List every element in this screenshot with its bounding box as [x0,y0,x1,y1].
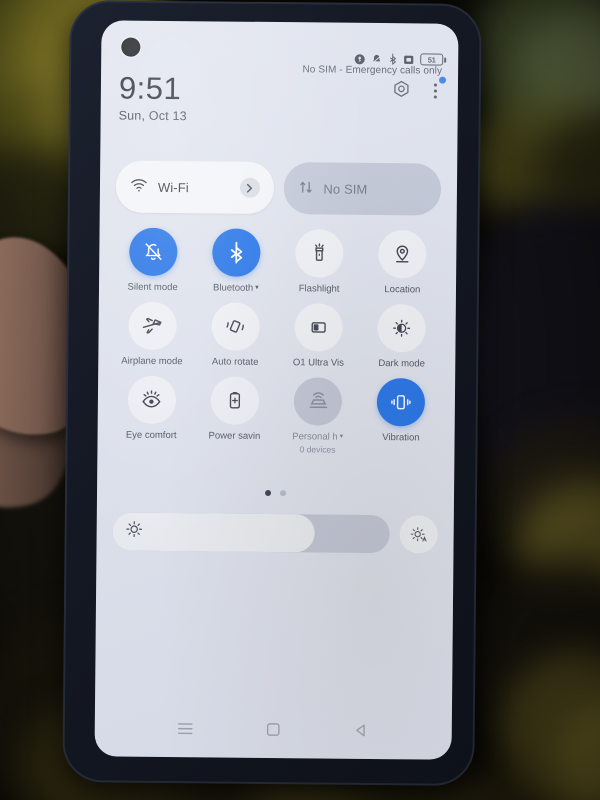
bluetooth-icon [211,228,261,277]
notification-badge-dot [438,76,447,84]
quick-settings-grid: Silent mode Bluetooth ▾ Flashlight Locat… [109,225,444,455]
status-bar: 51 [354,53,447,66]
auto-brightness-button[interactable] [399,515,438,554]
tile-label: Airplane mode [121,355,183,368]
brightness-slider[interactable] [112,512,390,554]
tile-label: Power savin [208,430,261,442]
tile-label: Eye comfort [125,429,177,441]
tile-power-saving[interactable]: Power savin [193,374,277,454]
airplane-icon [128,301,177,350]
home-square-icon[interactable] [253,716,293,742]
tile-label: Bluetooth [213,282,254,294]
page-dot-1[interactable] [265,489,272,496]
battery-icon: 51 [420,53,447,66]
page-dot-2[interactable] [280,490,287,497]
hotspot-icon [293,377,343,426]
mute-bell-icon [371,53,382,64]
overflow-menu-icon[interactable] [428,76,447,101]
tile-sublabel: 0 devices [299,444,336,455]
caret-down-icon[interactable]: ▾ [253,284,259,291]
battery-level-text: 51 [427,54,436,65]
tile-auto-rotate[interactable]: Auto rotate [193,300,277,369]
tile-silent-mode[interactable]: Silent mode [111,225,195,294]
auto-rotate-icon [211,302,260,351]
battery-saver-icon [210,376,260,425]
chevron-right-icon[interactable] [239,177,260,198]
brightness-icon [125,520,144,544]
sim-pill[interactable]: No SIM [283,162,442,216]
page-indicator[interactable] [97,488,454,497]
sim-pill-label: No SIM [323,180,368,197]
sd-card-icon [403,54,414,65]
vpn-key-icon [354,53,365,64]
tile-vibration[interactable]: Vibration [359,376,443,456]
tile-label: Flashlight [298,283,340,295]
qs-header: 9:51 Sun, Oct 13 [101,71,458,125]
tile-label: O1 Ultra Vis [292,357,344,369]
tile-label: Personal h [292,431,338,443]
photograph-background: 51 9:51 Sun, Oct 13 No SIM - Emergency c… [0,0,600,800]
connectivity-pills: Wi-Fi No SIM [115,160,442,216]
tile-bluetooth[interactable]: Bluetooth ▾ [194,226,278,295]
tile-ultra-vision[interactable]: O1 Ultra Vis [277,301,361,370]
flashlight-icon [295,229,344,278]
dark-mode-icon [377,303,427,353]
bluetooth-icon [388,53,397,65]
clock-date[interactable]: Sun, Oct 13 [119,108,440,125]
wifi-pill-label: Wi-Fi [157,179,189,195]
tile-personal-hotspot[interactable]: Personal h ▾ 0 devices [276,375,360,455]
wifi-icon [130,178,148,196]
punch-hole-camera-icon [121,37,141,57]
location-pin-icon [378,230,427,279]
mobile-data-icon [297,179,313,198]
phone-screen: 51 9:51 Sun, Oct 13 No SIM - Emergency c… [94,20,459,760]
tile-location[interactable]: Location [361,228,445,297]
gear-icon[interactable] [391,79,412,105]
tile-eye-comfort[interactable]: Eye comfort [109,373,193,453]
navigation-bar [95,714,452,743]
tile-label: Dark mode [378,357,425,370]
ultra-vision-icon [294,303,343,352]
back-triangle-icon[interactable] [341,717,381,743]
caret-down-icon[interactable]: ▾ [338,433,344,440]
tile-dark-mode[interactable]: Dark mode [360,302,444,371]
tile-label: Auto rotate [211,356,259,368]
phone-device: 51 9:51 Sun, Oct 13 No SIM - Emergency c… [62,0,482,786]
tile-label: Location [384,284,421,296]
vibration-icon [377,377,426,427]
recents-icon[interactable] [165,715,205,741]
sim-status-text: No SIM - Emergency calls only [302,64,443,77]
tile-airplane-mode[interactable]: Airplane mode [110,299,194,368]
tile-label: Vibration [382,431,420,444]
tile-label: Silent mode [127,281,178,294]
brightness-row [112,512,438,554]
wifi-pill[interactable]: Wi-Fi [115,160,274,215]
tile-flashlight[interactable]: Flashlight [277,227,361,296]
eye-comfort-icon [127,375,176,424]
bell-off-icon [128,227,178,277]
header-actions [391,76,447,105]
